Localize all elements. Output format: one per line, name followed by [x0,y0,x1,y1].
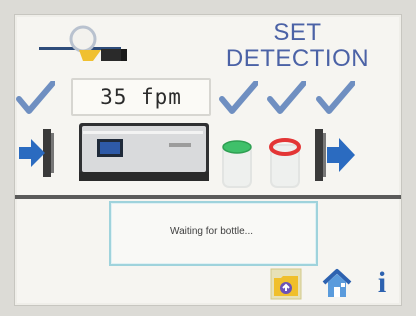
page-title: SET DETECTION [215,21,380,71]
status-message: Waiting for bottle... [170,226,253,237]
info-button[interactable]: i [365,265,399,301]
speed-value: 35 fpm [100,85,182,109]
check-icon [16,81,55,114]
title-line-1: SET [273,19,322,46]
green-detection-icon[interactable] [217,127,257,189]
device-bezel: SET DETECTION 35 fpm Waiting for bottle.… [0,0,416,316]
title-line-2: DETECTION [225,45,370,72]
check-icon [316,81,355,114]
divider [15,195,401,199]
check-icon [267,81,306,114]
hmi-screen: SET DETECTION 35 fpm Waiting for bottle.… [14,14,402,306]
speed-display[interactable]: 35 fpm [71,78,211,116]
info-icon: i [377,266,387,299]
folder-icon [270,268,302,300]
status-panel: Waiting for bottle... [109,201,318,266]
home-button[interactable] [320,265,354,301]
exit-arrow-icon[interactable] [313,127,359,183]
detector-sensor-icon [39,25,127,61]
home-icon [322,269,352,297]
check-icon [219,81,258,114]
entry-arrow-icon[interactable] [17,127,57,179]
folder-button[interactable] [269,265,303,301]
red-detection-icon[interactable] [265,127,305,189]
conveyor-machine-icon [79,123,209,181]
